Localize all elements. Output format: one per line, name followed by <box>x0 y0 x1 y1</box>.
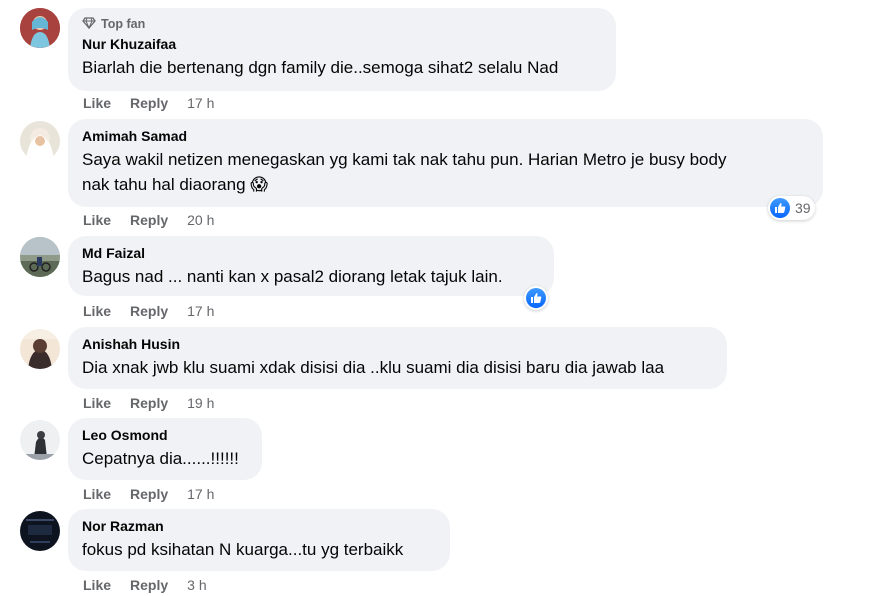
comment-text-line: Saya wakil netizen menegaskan yg kami ta… <box>82 150 727 169</box>
comment-bubble: Anishah Husin Dia xnak jwb klu suami xda… <box>68 327 727 389</box>
reply-button[interactable]: Reply <box>130 394 168 412</box>
like-button[interactable]: Like <box>83 394 111 412</box>
top-fan-badge: Top fan <box>82 16 602 32</box>
commenter-name[interactable]: Nor Razman <box>82 517 436 535</box>
timestamp[interactable]: 17 h <box>187 302 214 320</box>
scream-emoji: 😱 <box>250 175 268 194</box>
reaction-summary[interactable] <box>524 286 548 310</box>
diamond-icon <box>82 16 96 32</box>
reply-button[interactable]: Reply <box>130 576 168 594</box>
comment-actions: Like Reply 3 h <box>83 576 207 594</box>
comment-actions: Like Reply 17 h <box>83 94 214 112</box>
comment-text: Saya wakil netizen menegaskan yg kami ta… <box>82 147 809 197</box>
comment-actions: Like Reply 17 h <box>83 302 214 320</box>
reply-button[interactable]: Reply <box>130 211 168 229</box>
comment-bubble: Md Faizal Bagus nad ... nanti kan x pasa… <box>68 236 554 296</box>
commenter-name[interactable]: Leo Osmond <box>82 426 248 444</box>
like-reaction-icon <box>526 288 546 308</box>
like-button[interactable]: Like <box>83 211 111 229</box>
avatar[interactable] <box>20 511 60 551</box>
comment-actions: Like Reply 19 h <box>83 394 214 412</box>
like-reaction-icon <box>770 198 790 218</box>
comment-text: Cepatnya dia......!!!!!! <box>82 449 239 468</box>
timestamp[interactable]: 17 h <box>187 94 214 112</box>
commenter-name[interactable]: Nur Khuzaifaa <box>82 35 602 53</box>
comment-actions: Like Reply 17 h <box>83 485 214 503</box>
comment-bubble: Amimah Samad Saya wakil netizen menegask… <box>68 119 823 207</box>
timestamp[interactable]: 17 h <box>187 485 214 503</box>
badge-label: Top fan <box>101 17 146 31</box>
comment-text-fragment: nak tahu hal diaorang <box>82 175 246 194</box>
avatar[interactable] <box>20 420 60 460</box>
avatar[interactable] <box>20 237 60 277</box>
commenter-name[interactable]: Md Faizal <box>82 244 540 262</box>
comment-text: Dia xnak jwb klu suami xdak disisi dia .… <box>82 358 665 377</box>
comment-bubble: Leo Osmond Cepatnya dia......!!!!!! <box>68 418 262 480</box>
comment-bubble: Top fan Nur Khuzaifaa Biarlah die berten… <box>68 8 616 91</box>
comment-text: Biarlah die bertenang dgn family die..se… <box>82 58 559 77</box>
comment-text-line: nak tahu hal diaorang 😱 <box>82 172 809 197</box>
reply-button[interactable]: Reply <box>130 485 168 503</box>
avatar[interactable] <box>20 121 60 161</box>
like-button[interactable]: Like <box>83 485 111 503</box>
timestamp[interactable]: 20 h <box>187 211 214 229</box>
reaction-count: 39 <box>795 200 811 216</box>
avatar[interactable] <box>20 8 60 48</box>
reply-button[interactable]: Reply <box>130 302 168 320</box>
commenter-name[interactable]: Amimah Samad <box>82 127 809 145</box>
reaction-summary[interactable]: 39 <box>768 196 815 220</box>
comment-bubble: Nor Razman fokus pd ksihatan N kuarga...… <box>68 509 450 571</box>
comment-actions: Like Reply 20 h <box>83 211 214 229</box>
like-button[interactable]: Like <box>83 94 111 112</box>
timestamp[interactable]: 19 h <box>187 394 214 412</box>
like-button[interactable]: Like <box>83 302 111 320</box>
comment-text: fokus pd ksihatan N kuarga...tu yg terba… <box>82 540 404 559</box>
comment-text: Bagus nad ... nanti kan x pasal2 diorang… <box>82 267 503 286</box>
reply-button[interactable]: Reply <box>130 94 168 112</box>
commenter-name[interactable]: Anishah Husin <box>82 335 713 353</box>
like-button[interactable]: Like <box>83 576 111 594</box>
timestamp[interactable]: 3 h <box>187 576 206 594</box>
avatar[interactable] <box>20 329 60 369</box>
